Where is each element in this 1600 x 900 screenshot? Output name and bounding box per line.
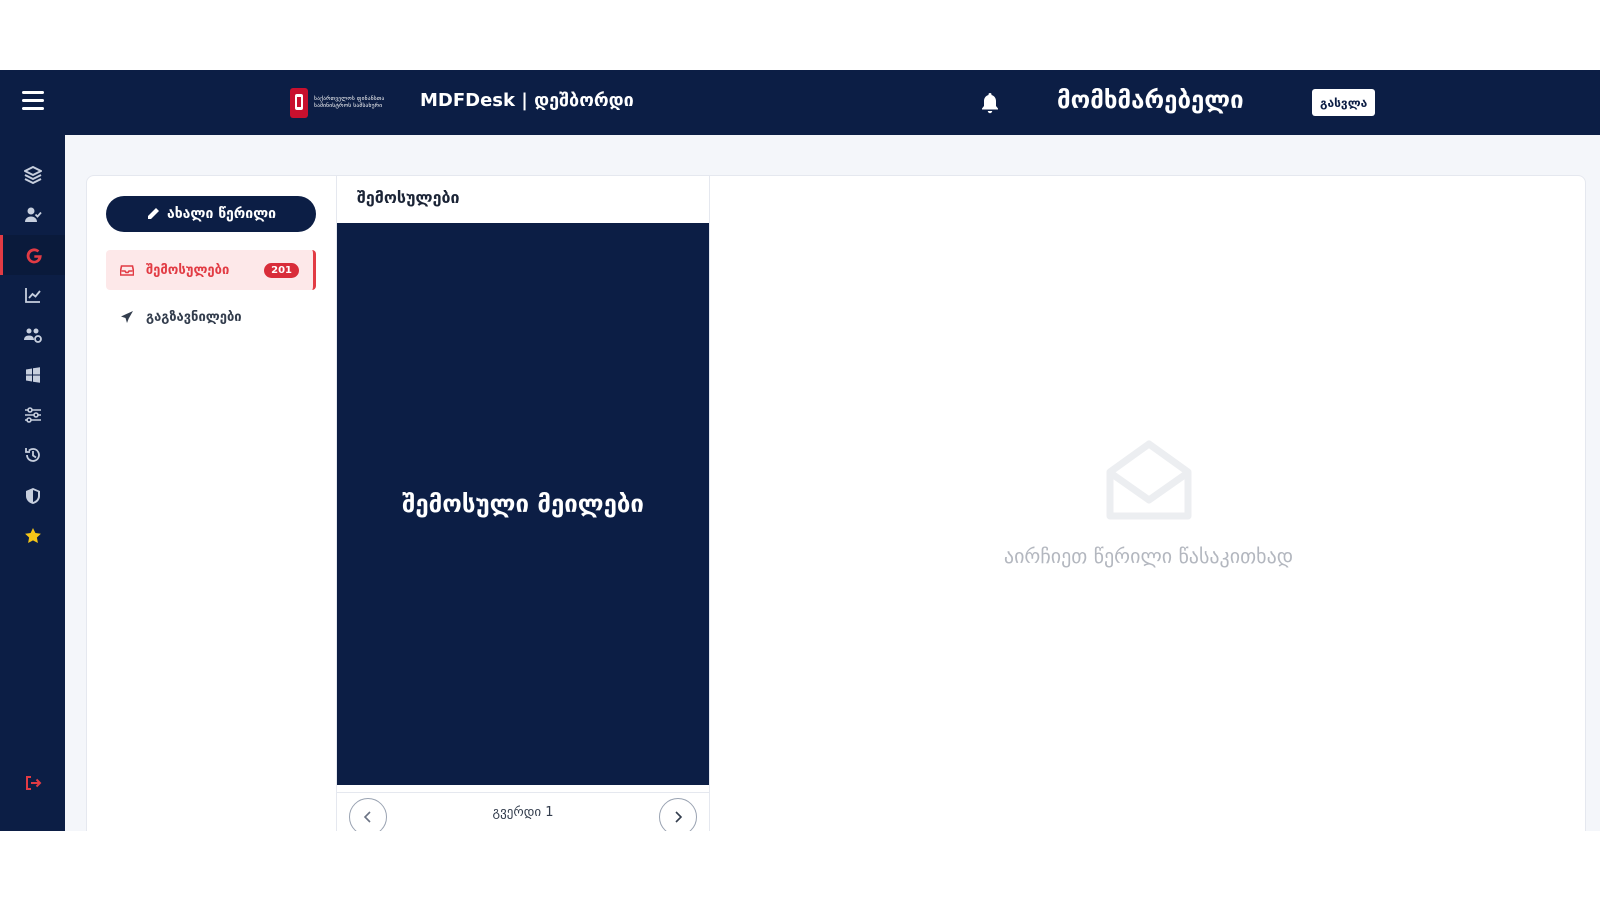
history-icon[interactable]	[0, 435, 65, 475]
inbox-icon	[120, 265, 134, 276]
envelope-open-icon	[1106, 440, 1192, 526]
folder-sent-label: გაგზავნილები	[146, 309, 242, 325]
chevron-left-icon	[363, 811, 371, 823]
list-title: შემოსულები	[357, 188, 460, 207]
logout-button[interactable]: გასვლა	[1312, 89, 1376, 116]
paper-plane-icon	[121, 311, 133, 323]
list-item[interactable]	[350, 784, 695, 792]
page-label: გვერდი 1	[492, 804, 554, 820]
chevron-right-icon	[675, 811, 683, 823]
app-frame: საქართველოს ფინანსთა სამინისტროს სამსახუ…	[0, 70, 1600, 831]
compose-label: ახალი წერილი	[166, 206, 277, 222]
username: მომხმარებელი	[1057, 86, 1244, 114]
folder-inbox-label: შემოსულები	[146, 262, 230, 278]
icon-rail	[0, 135, 65, 831]
windows-icon[interactable]	[0, 355, 65, 395]
folder-inbox[interactable]: შემოსულები 201	[106, 250, 316, 290]
next-page-button[interactable]	[659, 798, 697, 831]
reading-pane-empty-state: აირჩიეთ წერილი წასაკითხად	[712, 176, 1585, 831]
layers-icon[interactable]	[0, 155, 65, 195]
top-bar: საქართველოს ფინანსთა სამინისტროს სამსახუ…	[0, 70, 1600, 135]
overlay-text: შემოსული მეილები	[402, 490, 644, 518]
logo: საქართველოს ფინანსთა სამინისტროს სამსახუ…	[290, 87, 410, 119]
star-icon[interactable]	[0, 516, 65, 556]
unread-count-badge: 201	[264, 262, 299, 278]
app-title: MDFDesk | დეშბორდი	[420, 90, 634, 111]
chart-line-icon[interactable]	[0, 275, 65, 315]
empty-state-text: აირჩიეთ წერილი წასაკითხად	[1003, 543, 1294, 568]
user-check-icon[interactable]	[0, 195, 65, 235]
compose-button[interactable]: ახალი წერილი	[106, 196, 316, 232]
folder-sent[interactable]: გაგზავნილები	[106, 297, 316, 337]
previous-page-button[interactable]	[349, 798, 387, 831]
mail-list-overlay: შემოსული მეილები	[337, 223, 709, 785]
users-cog-icon[interactable]	[0, 315, 65, 355]
menu-icon[interactable]	[22, 91, 44, 111]
shield-icon[interactable]	[0, 476, 65, 516]
seal-icon	[290, 88, 308, 118]
sign-out-icon[interactable]	[0, 763, 65, 803]
pencil-icon	[147, 208, 159, 219]
logo-text: საქართველოს ფინანსთა სამინისტროს სამსახუ…	[314, 96, 385, 109]
bell-icon[interactable]	[980, 92, 1000, 114]
sliders-icon[interactable]	[0, 395, 65, 435]
google-icon[interactable]	[0, 235, 65, 275]
pagination: გვერდი 1	[337, 792, 709, 831]
